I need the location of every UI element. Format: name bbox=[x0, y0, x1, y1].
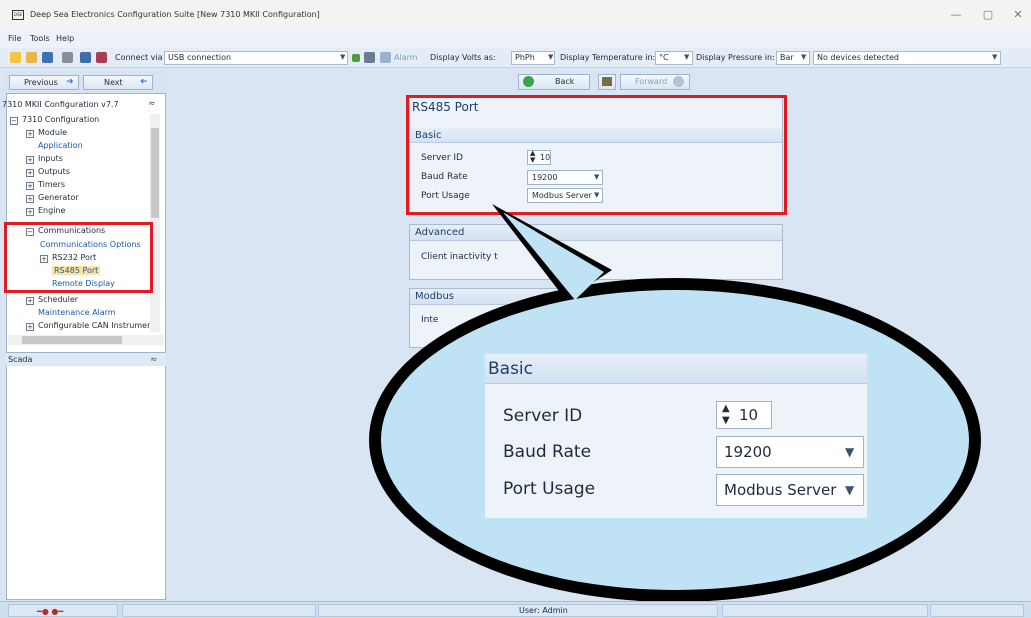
zoomed-baud-rate-label: Baud Rate bbox=[503, 442, 592, 462]
zoomed-server-id-value: 10 bbox=[739, 406, 759, 424]
status-cell bbox=[318, 604, 718, 617]
zoomed-server-id-label: Server ID bbox=[503, 406, 583, 426]
zoomed-port-usage-value: Modbus Server bbox=[724, 481, 837, 499]
chevron-down-icon: ▼ bbox=[845, 445, 855, 459]
zoomed-basic-header: Basic bbox=[485, 354, 867, 384]
zoomed-port-usage-select[interactable]: Modbus Server ▼ bbox=[716, 474, 864, 506]
zoomed-port-usage-label: Port Usage bbox=[503, 479, 596, 499]
chevron-down-icon: ▼ bbox=[845, 483, 855, 497]
zoomed-server-id-stepper[interactable]: ▲ ▼ 10 bbox=[716, 401, 772, 429]
status-cell bbox=[122, 604, 316, 617]
status-cell bbox=[722, 604, 928, 617]
zoomed-baud-rate-select[interactable]: 19200 ▼ bbox=[716, 436, 864, 468]
zoomed-basic-panel: Basic Server ID ▲ ▼ 10 Baud Rate 19200 ▼ … bbox=[485, 354, 867, 518]
status-cell bbox=[930, 604, 1024, 617]
stepper-arrows-icon[interactable]: ▲ ▼ bbox=[722, 403, 730, 427]
status-bar: ━● ●━ User: Admin bbox=[0, 601, 1031, 618]
status-connection-cell: ━● ●━ bbox=[8, 604, 118, 617]
zoom-callout-bubble bbox=[369, 204, 981, 602]
disconnected-plug-icon: ━● ●━ bbox=[37, 607, 64, 616]
status-user: User: Admin bbox=[519, 606, 568, 615]
zoomed-baud-rate-value: 19200 bbox=[724, 443, 772, 461]
